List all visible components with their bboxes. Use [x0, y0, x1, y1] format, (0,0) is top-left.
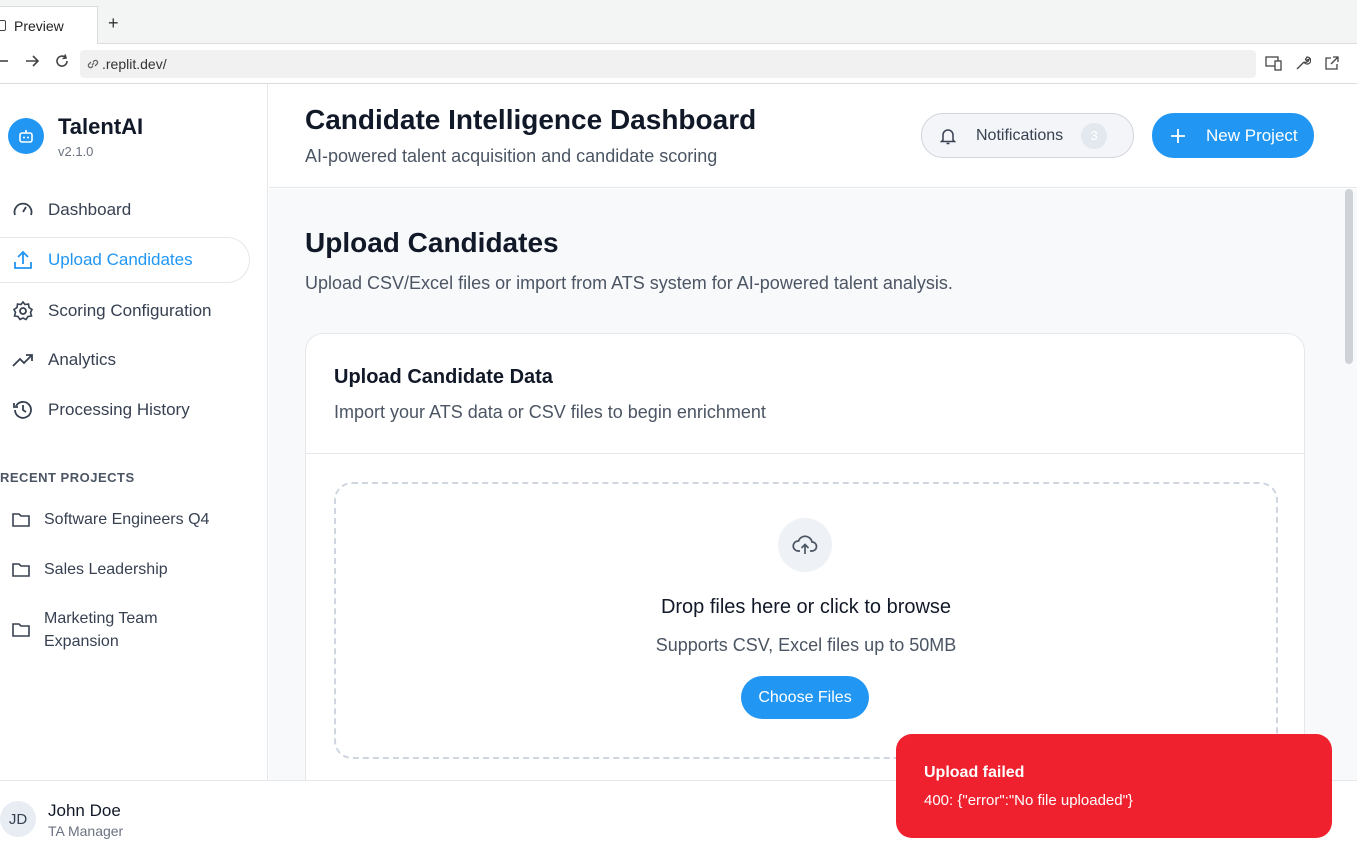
section-subtitle: Upload CSV/Excel files or import from AT…	[305, 273, 953, 293]
user-name: John Doe	[48, 801, 121, 820]
wrench-icon[interactable]	[1295, 55, 1312, 76]
browser-tab-label: Preview	[14, 17, 64, 34]
choose-files-button[interactable]: Choose Files	[741, 676, 869, 719]
open-external-icon[interactable]	[1324, 55, 1340, 76]
forward-icon[interactable]	[24, 53, 40, 74]
link-icon	[87, 59, 99, 69]
sidebar-item-label: Analytics	[48, 350, 117, 369]
notifications-count-badge: 3	[1081, 122, 1108, 149]
browser-tab[interactable]: Preview	[0, 6, 98, 44]
folder-icon	[12, 562, 30, 577]
gauge-icon	[13, 202, 33, 216]
sidebar-item-analytics[interactable]: Analytics	[0, 337, 250, 383]
folder-icon	[12, 623, 30, 637]
new-tab-button[interactable]: +	[108, 14, 119, 32]
sidebar: TalentAI v2.1.0 Dashboard Upload Candida…	[0, 84, 268, 780]
history-icon	[13, 401, 32, 419]
sidebar-item-upload-candidates[interactable]: Upload Candidates	[0, 237, 250, 283]
sidebar-item-label: Upload Candidates	[48, 250, 193, 269]
folder-icon	[12, 512, 30, 527]
gear-icon	[12, 300, 34, 321]
error-toast[interactable]: Upload failed 400: {"error":"No file upl…	[896, 734, 1332, 838]
toast-title: Upload failed	[924, 764, 1025, 781]
bell-icon	[940, 128, 956, 144]
browser-tab-bar: Preview +	[0, 0, 1357, 44]
sidebar-item-processing-history[interactable]: Processing History	[0, 387, 250, 433]
card-title: Upload Candidate Data	[334, 366, 553, 388]
upload-icon	[14, 250, 32, 269]
dropzone-title: Drop files here or click to browse	[660, 596, 952, 618]
brand[interactable]: TalentAI v2.1.0	[8, 114, 143, 159]
project-item[interactable]: Software Engineers Q4	[12, 508, 252, 531]
devices-icon[interactable]	[1265, 55, 1283, 76]
new-project-label: New Project	[1206, 125, 1298, 145]
upload-card-header: Upload Candidate Data Import your ATS da…	[306, 334, 1304, 454]
page-title: Candidate Intelligence Dashboard	[305, 104, 757, 135]
project-item[interactable]: Marketing Team Expansion	[12, 607, 182, 653]
main-scrollbar[interactable]	[1341, 189, 1357, 780]
project-label: Software Engineers Q4	[44, 511, 210, 528]
upload-card: Upload Candidate Data Import your ATS da…	[305, 333, 1305, 780]
plus-icon	[1171, 128, 1185, 143]
cloud-upload-icon	[778, 518, 832, 572]
user-role: TA Manager	[48, 823, 124, 839]
scrollbar-thumb[interactable]	[1345, 189, 1353, 364]
sidebar-item-label: Processing History	[48, 400, 190, 419]
reload-icon[interactable]	[54, 53, 70, 74]
section-title: Upload Candidates	[305, 227, 559, 258]
project-item[interactable]: Sales Leadership	[12, 558, 252, 581]
file-dropzone[interactable]: Drop files here or click to browse Suppo…	[334, 482, 1278, 759]
main-content: Upload Candidates Upload CSV/Excel files…	[269, 189, 1341, 780]
card-subtitle: Import your ATS data or CSV files to beg…	[334, 402, 766, 422]
robot-icon	[8, 118, 44, 154]
sidebar-item-label: Dashboard	[48, 200, 132, 219]
toast-message: 400: {"error":"No file uploaded"}	[924, 792, 1133, 809]
brand-version: v2.1.0	[58, 144, 94, 159]
avatar[interactable]: JD	[0, 801, 36, 837]
trending-up-icon	[12, 354, 33, 367]
sidebar-item-label: Scoring Configuration	[48, 301, 212, 320]
dropzone-subtitle: Supports CSV, Excel files up to 50MB	[655, 635, 957, 655]
address-bar: .replit.dev/	[0, 44, 1357, 84]
page-header: Candidate Intelligence Dashboard AI-powe…	[269, 84, 1357, 188]
back-icon[interactable]	[0, 53, 10, 74]
brand-name: TalentAI	[58, 114, 144, 139]
url-text: .replit.dev/	[102, 56, 167, 72]
notifications-label: Notifications	[976, 126, 1064, 144]
sidebar-item-dashboard[interactable]: Dashboard	[0, 187, 250, 233]
page-subtitle: AI-powered talent acquisition and candid…	[305, 146, 718, 166]
project-label: Marketing Team Expansion	[44, 610, 158, 650]
sidebar-item-scoring-configuration[interactable]: Scoring Configuration	[0, 288, 250, 334]
project-label: Sales Leadership	[44, 561, 168, 578]
new-project-button[interactable]: New Project	[1152, 113, 1314, 158]
recent-projects-heading: RECENT PROJECTS	[0, 470, 135, 485]
notifications-button[interactable]: Notifications 3	[921, 113, 1134, 158]
url-field[interactable]: .replit.dev/	[80, 50, 1256, 78]
preview-tab-icon	[0, 20, 6, 31]
